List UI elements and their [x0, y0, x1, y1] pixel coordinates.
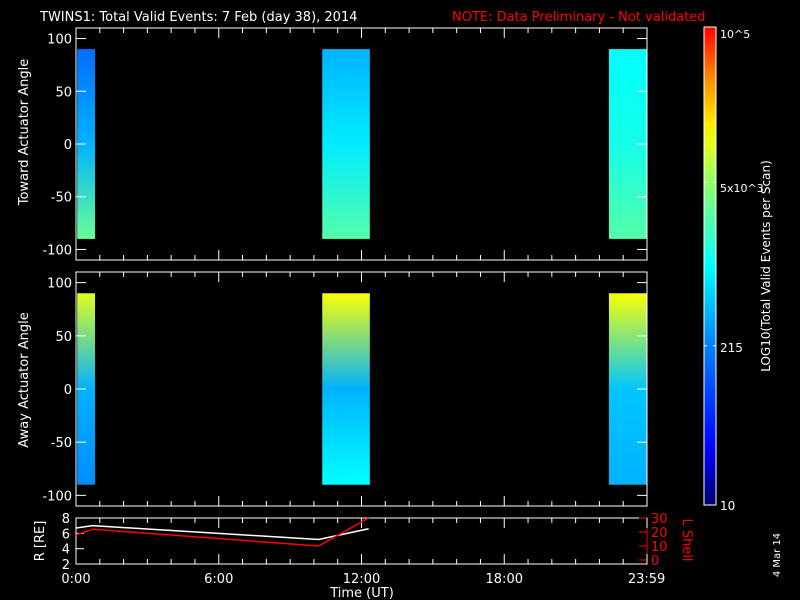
r-ylabel: R [RE] — [33, 521, 48, 562]
y-tick-label: -50 — [51, 191, 72, 206]
bottom-ylabel: Away Actuator Angle — [17, 312, 32, 447]
colorbar — [703, 26, 717, 506]
x-tick-label: 23:59 — [628, 572, 665, 587]
heatmap-block-1-1 — [322, 293, 370, 485]
y-tick-label: -100 — [42, 489, 72, 504]
y-tick-label: 0 — [64, 383, 72, 398]
preliminary-note: NOTE: Data Preliminary - Not validated — [452, 10, 706, 25]
y-tick-label: 0 — [64, 138, 72, 153]
x-tick-label: 18:00 — [486, 572, 523, 587]
lshell-series-line — [75, 517, 370, 547]
x-tick-label: 6:00 — [204, 572, 233, 587]
y-tick-label: -50 — [51, 436, 72, 451]
r-tick-label: 6 — [62, 527, 70, 542]
side-date: 4 Mar 14 — [772, 533, 783, 577]
y-tick-label: 100 — [47, 277, 72, 292]
colorbar-tick-label-10: 10 — [720, 499, 735, 513]
x-tick-label: 0:00 — [61, 572, 90, 587]
heatmap-block-0-1 — [322, 49, 370, 239]
colorbar-tick-label-1e5: 10^5 — [720, 28, 750, 41]
lshell-ylabel: L Shell — [679, 518, 694, 561]
r-series-line — [75, 524, 369, 541]
y-tick-label: 50 — [55, 330, 72, 345]
lshell-tick-label: 0 — [651, 554, 659, 569]
colorbar-tick-label-215: 215 — [720, 341, 743, 355]
lshell-tick-label: 30 — [651, 512, 668, 527]
lshell-tick-label: 20 — [651, 526, 668, 541]
y-tick-label: 50 — [55, 85, 72, 100]
plot-title: TWINS1: Total Valid Events: 7 Feb (day 3… — [39, 10, 358, 25]
y-tick-label: -100 — [42, 243, 72, 258]
r-tick-label: 4 — [62, 543, 70, 558]
colorbar-tick-label-5e3: 5x10^3 — [720, 182, 764, 195]
x-axis-label: Time (UT) — [329, 586, 394, 600]
r-tick-label: 8 — [62, 512, 70, 527]
x-tick-label: 12:00 — [343, 572, 380, 587]
plot-canvas: TWINS1: Total Valid Events: 7 Feb (day 3… — [17, 10, 783, 600]
top-ylabel: Toward Actuator Angle — [17, 59, 32, 206]
r-tick-label: 2 — [62, 558, 70, 573]
y-tick-label: 100 — [47, 33, 72, 48]
lshell-tick-label: 10 — [651, 540, 668, 555]
